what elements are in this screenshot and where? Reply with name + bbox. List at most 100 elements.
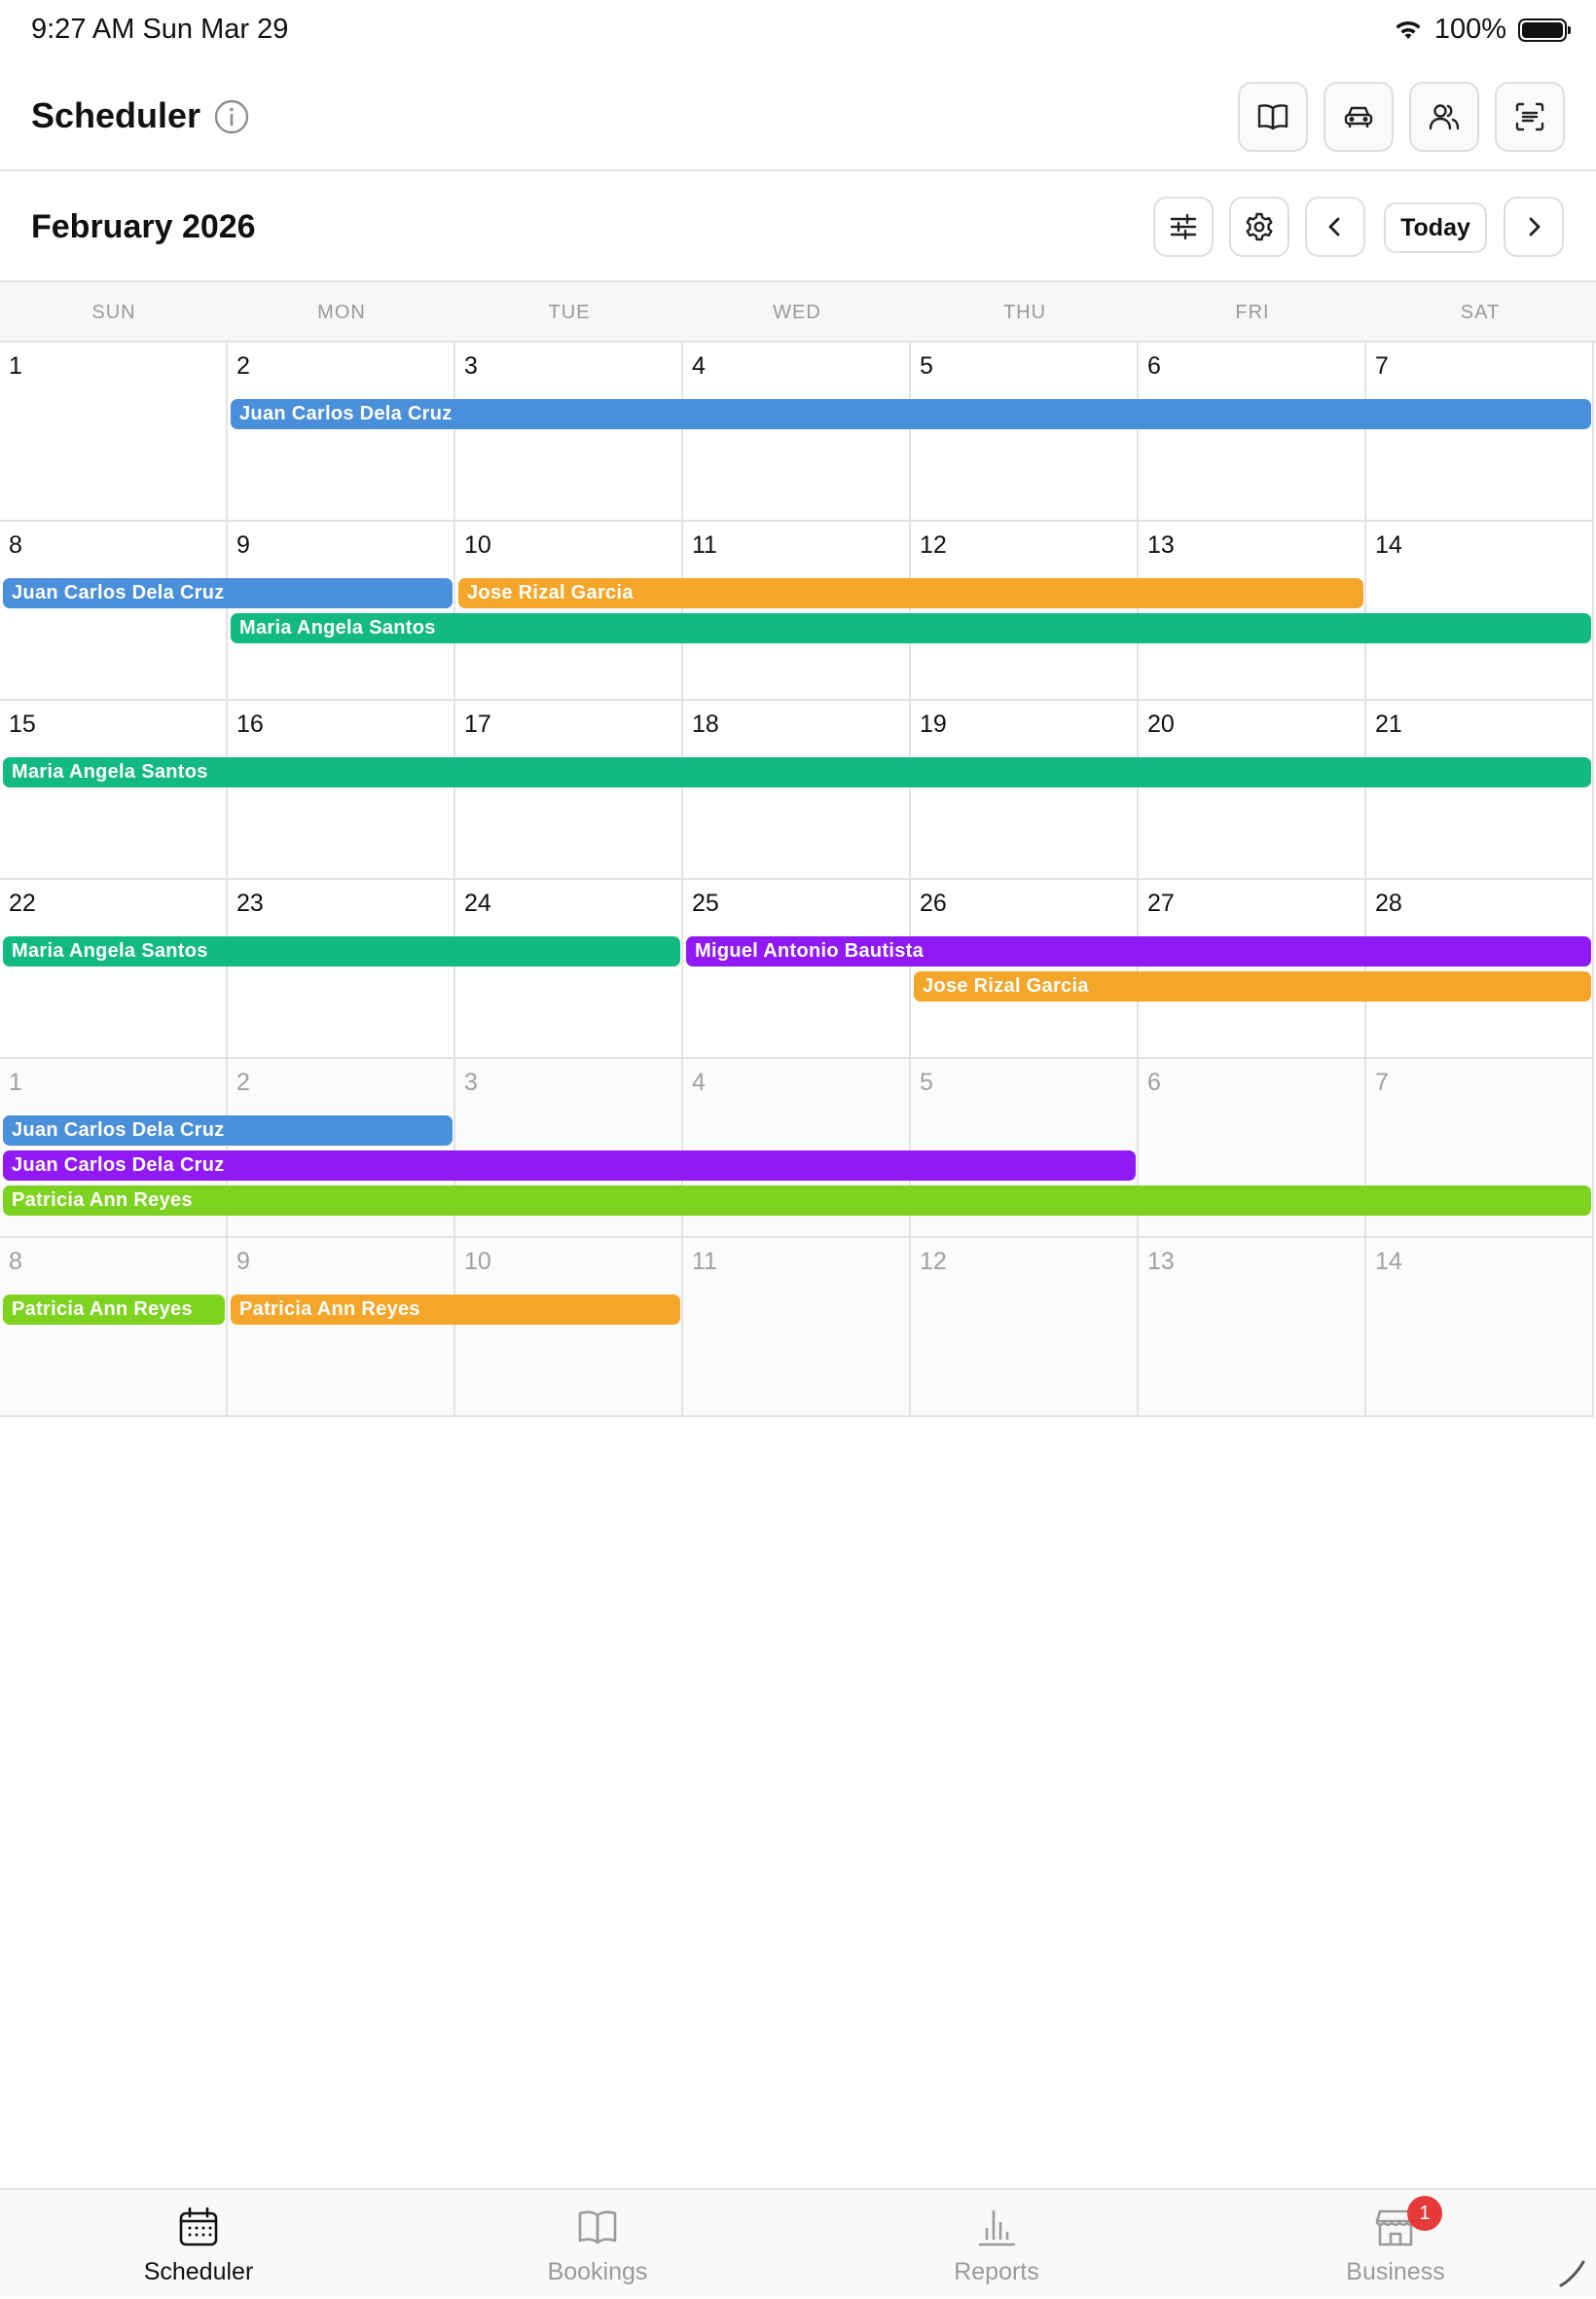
day-cell[interactable]: 8 <box>0 522 228 701</box>
status-indicators: 100% <box>1394 14 1571 46</box>
day-cell[interactable]: 25 <box>683 880 911 1059</box>
day-number: 3 <box>464 1069 478 1096</box>
event-bar[interactable]: Patricia Ann Reyes <box>3 1295 225 1325</box>
day-cell[interactable]: 7 <box>1366 343 1594 522</box>
day-number: 23 <box>236 890 264 917</box>
event-bar[interactable]: Miguel Antonio Bautista <box>686 936 1591 967</box>
day-cell[interactable]: 9 <box>228 1238 455 1417</box>
day-cell[interactable]: 14 <box>1366 1238 1594 1417</box>
day-cell[interactable]: 2 <box>228 343 455 522</box>
day-cell[interactable]: 12 <box>911 1238 1139 1417</box>
event-bar[interactable]: Maria Angela Santos <box>3 757 1591 787</box>
event-bar[interactable]: Juan Carlos Dela Cruz <box>3 1115 453 1146</box>
chart-icon <box>978 2209 1016 2246</box>
status-time: 9:27 AM Sun Mar 29 <box>31 14 289 45</box>
day-number: 24 <box>464 890 491 917</box>
day-cell[interactable]: 18 <box>683 701 911 880</box>
filter-button[interactable] <box>1153 197 1214 257</box>
weekday-label: FRI <box>1235 302 1270 323</box>
day-number: 12 <box>920 1248 947 1275</box>
day-cell[interactable]: 24 <box>455 880 683 1059</box>
next-month-button[interactable] <box>1504 197 1564 257</box>
calendar-header: February 2026 Today <box>0 171 1596 282</box>
day-cell[interactable]: 8 <box>0 1238 228 1417</box>
day-cell[interactable]: 21 <box>1366 701 1594 880</box>
weekday-label: WED <box>773 302 821 323</box>
day-number: 12 <box>920 531 947 559</box>
day-number: 10 <box>464 531 491 559</box>
day-number: 20 <box>1147 711 1175 738</box>
scan-button[interactable] <box>1495 82 1565 152</box>
day-cell[interactable]: 13 <box>1139 1238 1366 1417</box>
event-bar[interactable]: Juan Carlos Dela Cruz <box>3 1150 1136 1181</box>
tab-scheduler[interactable]: Scheduler <box>53 2190 345 2299</box>
gear-icon <box>1246 212 1273 241</box>
day-number: 19 <box>920 711 947 738</box>
event-bar[interactable]: Jose Rizal Garcia <box>458 578 1363 608</box>
day-number: 26 <box>920 890 947 917</box>
day-number: 13 <box>1147 531 1175 559</box>
day-cell[interactable]: 4 <box>683 343 911 522</box>
day-cell[interactable]: 20 <box>1139 701 1366 880</box>
day-cell[interactable]: 26 <box>911 880 1139 1059</box>
day-cell[interactable]: 28 <box>1366 880 1594 1059</box>
event-bar[interactable]: Patricia Ann Reyes <box>3 1186 1591 1216</box>
day-number: 10 <box>464 1248 491 1275</box>
day-number: 2 <box>236 1069 250 1096</box>
battery-percentage: 100% <box>1433 14 1506 45</box>
day-number: 4 <box>692 1069 706 1096</box>
day-cell[interactable]: 10 <box>455 1238 683 1417</box>
guide-button[interactable] <box>1238 82 1308 152</box>
tab-reports[interactable]: Reports <box>851 2190 1143 2299</box>
chevron-right-icon <box>1529 217 1541 237</box>
day-cell[interactable]: 15 <box>0 701 228 880</box>
settings-button[interactable] <box>1229 197 1289 257</box>
event-bar[interactable]: Maria Angela Santos <box>3 936 680 967</box>
day-cell[interactable]: 12 <box>911 522 1139 701</box>
day-cell[interactable]: 11 <box>683 1238 911 1417</box>
day-number: 13 <box>1147 1248 1175 1275</box>
day-cell[interactable]: 27 <box>1139 880 1366 1059</box>
day-cell[interactable]: 16 <box>228 701 455 880</box>
customers-button[interactable] <box>1409 82 1479 152</box>
day-number: 1 <box>9 1069 22 1096</box>
vehicles-button[interactable] <box>1324 82 1394 152</box>
day-number: 21 <box>1375 711 1402 738</box>
day-cell[interactable]: 23 <box>228 880 455 1059</box>
tab-label: Bookings <box>547 2258 648 2285</box>
event-bar[interactable]: Juan Carlos Dela Cruz <box>231 399 1591 429</box>
day-cell[interactable]: 11 <box>683 522 911 701</box>
day-number: 7 <box>1375 1069 1389 1096</box>
event-bar[interactable]: Jose Rizal Garcia <box>914 971 1591 1002</box>
day-number: 16 <box>236 711 264 738</box>
day-cell[interactable]: 9 <box>228 522 455 701</box>
today-button[interactable]: Today <box>1384 202 1487 253</box>
day-number: 1 <box>9 352 22 380</box>
weekday-label: THU <box>1002 302 1047 323</box>
day-cell[interactable]: 10 <box>455 522 683 701</box>
day-number: 3 <box>464 352 478 380</box>
previous-month-button[interactable] <box>1305 197 1365 257</box>
day-number: 8 <box>9 531 22 559</box>
status-bar: 9:27 AM Sun Mar 29 100% <box>0 0 1596 62</box>
day-cell[interactable]: 22 <box>0 880 228 1059</box>
day-cell[interactable]: 6 <box>1139 343 1366 522</box>
event-bar[interactable]: Juan Carlos Dela Cruz <box>3 578 453 608</box>
tab-business[interactable]: 1 Business <box>1250 2190 1542 2299</box>
day-cell[interactable]: 17 <box>455 701 683 880</box>
event-bar[interactable]: Patricia Ann Reyes <box>231 1295 680 1325</box>
chevron-left-icon <box>1328 217 1340 237</box>
event-bar[interactable]: Maria Angela Santos <box>231 613 1591 643</box>
day-cell[interactable]: 13 <box>1139 522 1366 701</box>
day-number: 27 <box>1147 890 1175 917</box>
tab-label: Scheduler <box>143 2258 254 2285</box>
day-cell[interactable]: 1 <box>0 343 228 522</box>
day-cell[interactable]: 19 <box>911 701 1139 880</box>
car-icon <box>1344 106 1373 128</box>
day-cell[interactable]: 3 <box>455 343 683 522</box>
day-cell[interactable]: 14 <box>1366 522 1594 701</box>
info-icon[interactable] <box>214 99 249 134</box>
tab-bookings[interactable]: Bookings <box>452 2190 744 2299</box>
day-cell[interactable]: 5 <box>911 343 1139 522</box>
sliders-icon <box>1170 213 1197 240</box>
